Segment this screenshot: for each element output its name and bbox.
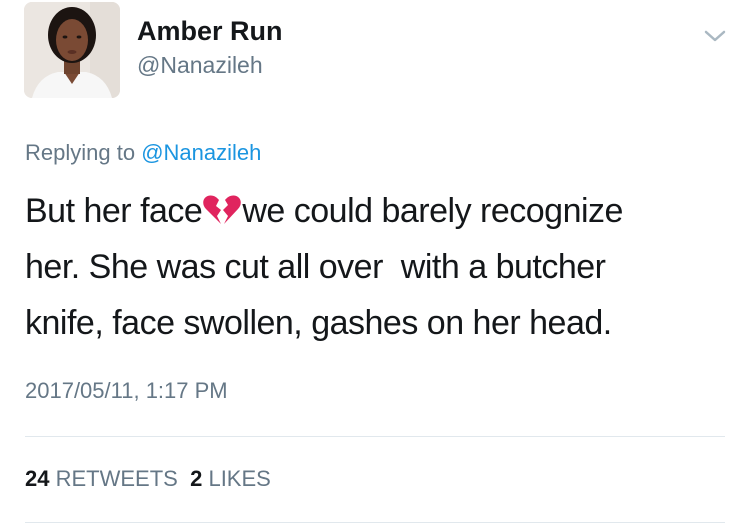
tweet-text-before-emoji: But her face xyxy=(25,192,203,230)
chevron-down-icon[interactable] xyxy=(702,26,728,46)
tweet-stats: 24 RETWEETS 2 LIKES xyxy=(25,466,271,492)
retweets-count: 24 xyxy=(25,466,50,491)
replying-to: Replying to @Nanazileh xyxy=(25,140,261,166)
tweet-line-1: But her face we could barely recognize xyxy=(25,183,735,239)
tweet-timestamp[interactable]: 2017/05/11, 1:17 PM xyxy=(25,378,228,404)
broken-heart-icon xyxy=(202,187,242,224)
divider-bottom xyxy=(25,522,725,523)
tweet-text: But her face we could barely recognize h… xyxy=(25,183,735,351)
likes-stat[interactable]: 2 LIKES xyxy=(190,466,271,491)
likes-count: 2 xyxy=(190,466,203,491)
tweet-line-2: her. She was cut all over with a butcher xyxy=(25,248,606,286)
divider-top xyxy=(25,436,725,437)
retweets-stat[interactable]: 24 RETWEETS xyxy=(25,466,178,491)
author-handle[interactable]: @Nanazileh xyxy=(137,52,263,79)
likes-label: LIKES xyxy=(208,466,271,491)
tweet-text-after-emoji: we could barely recognize xyxy=(242,192,623,230)
retweets-label: RETWEETS xyxy=(55,466,178,491)
tweet-line-3: knife, face swollen, gashes on her head. xyxy=(25,304,612,342)
reply-mention-link[interactable]: @Nanazileh xyxy=(141,140,261,165)
author-name[interactable]: Amber Run xyxy=(137,16,283,47)
avatar[interactable] xyxy=(24,2,120,98)
replying-to-label: Replying to xyxy=(25,140,136,165)
